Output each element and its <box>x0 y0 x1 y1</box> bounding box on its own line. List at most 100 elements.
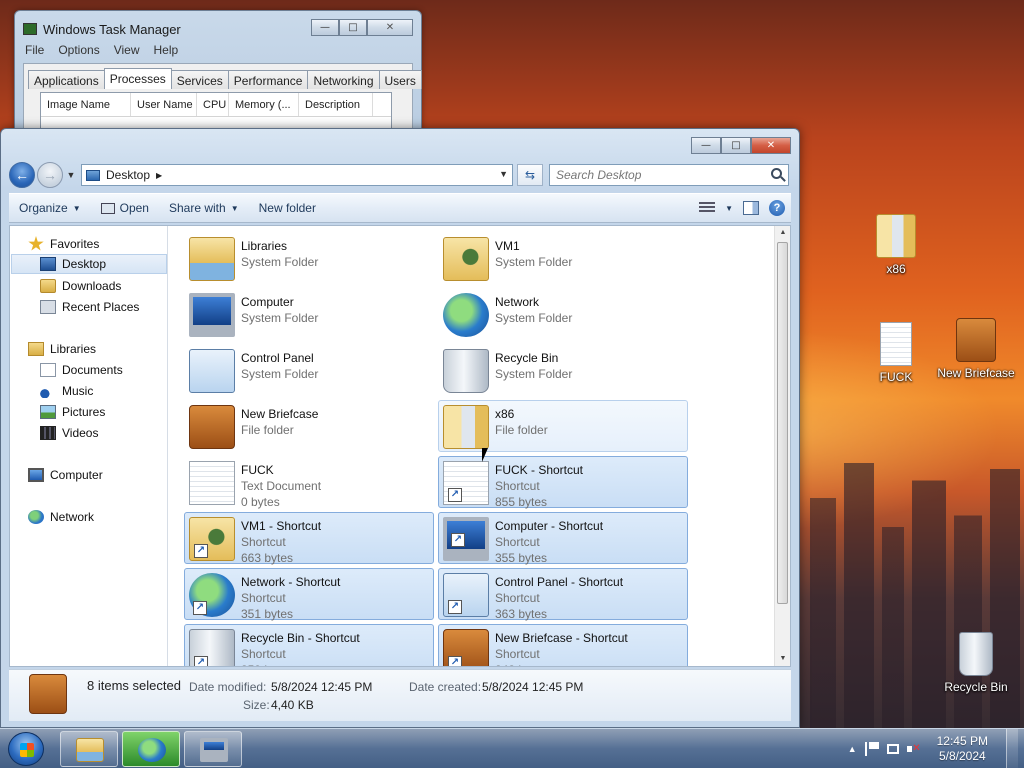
column-description[interactable]: Description <box>299 93 373 116</box>
search-input[interactable]: Search Desktop <box>549 164 789 186</box>
scroll-down-icon[interactable]: ▼ <box>775 652 791 666</box>
recent-pages-dropdown[interactable]: ▼ <box>65 170 77 180</box>
nav-computer[interactable]: Computer <box>28 465 184 485</box>
desktop-icon-recycle-bin[interactable]: Recycle Bin <box>934 632 1018 694</box>
file-item[interactable]: ↗ New Briefcase - Shortcut Shortcut 843 byt… <box>438 624 688 666</box>
details-pane: 8 items selected Date modified: 5/8/2024… <box>9 669 791 721</box>
tab-networking[interactable]: Networking <box>307 70 380 89</box>
file-item[interactable]: Recycle Bin System Folder <box>438 344 688 396</box>
action-center-flag-icon[interactable] <box>864 742 879 756</box>
minimize-button[interactable]: — <box>311 19 339 36</box>
file-item[interactable]: ↗ Computer - Shortcut Shortcut 355 bytes <box>438 512 688 565</box>
task-manager-titlebar[interactable]: Windows Task Manager <box>23 19 181 39</box>
search-icon[interactable] <box>771 168 782 179</box>
file-item[interactable]: ↗ FUCK - Shortcut Shortcut 855 bytes <box>438 456 688 509</box>
taskbar-explorer-button[interactable] <box>60 731 118 767</box>
file-item[interactable]: VM1 System Folder <box>438 232 688 284</box>
taskbar-ie-button[interactable] <box>122 731 180 767</box>
file-name: New Briefcase - Shortcut <box>495 631 628 645</box>
file-item[interactable]: Libraries System Folder <box>184 232 434 284</box>
nav-desktop[interactable]: Desktop <box>11 254 167 274</box>
nav-label: Music <box>62 384 94 398</box>
vertical-scrollbar[interactable]: ▲ ▼ <box>774 226 790 666</box>
menu-help[interactable]: Help <box>154 43 179 57</box>
file-type: System Folder <box>241 311 319 325</box>
start-button[interactable] <box>8 732 44 766</box>
briefcase-icon <box>29 674 67 714</box>
close-button[interactable]: ✕ <box>367 19 413 36</box>
nav-favorites[interactable]: Favorites <box>28 234 184 254</box>
clock[interactable]: 12:45 PM 5/8/2024 <box>937 734 988 764</box>
file-item[interactable]: ↗ Network - Shortcut Shortcut 351 bytes <box>184 568 434 621</box>
command-bar-right: ▼ ? <box>699 200 791 216</box>
file-item[interactable]: ↗ Recycle Bin - Shortcut Shortcut 359 bytes <box>184 624 434 666</box>
open-icon <box>100 202 115 214</box>
nav-network[interactable]: Network <box>28 507 184 527</box>
desktop-icon-label: Recycle Bin <box>944 680 1008 694</box>
scroll-up-icon[interactable]: ▲ <box>775 226 791 240</box>
show-desktop-button[interactable] <box>1006 729 1018 768</box>
control-panel-icon <box>189 349 235 393</box>
maximize-button[interactable]: □ <box>721 137 751 154</box>
computer-icon: ↗ <box>443 517 489 561</box>
libraries-icon <box>28 342 44 356</box>
help-icon[interactable]: ? <box>769 200 785 216</box>
scroll-thumb[interactable] <box>777 242 788 604</box>
back-button[interactable]: ← <box>9 162 35 188</box>
organize-button[interactable]: Organize ▼ <box>9 194 91 222</box>
file-item[interactable]: New Briefcase File folder <box>184 400 434 452</box>
menu-file[interactable]: File <box>25 43 44 57</box>
navigation-pane[interactable]: Favorites Desktop Downloads Recent Place… <box>10 226 168 666</box>
file-list[interactable]: Libraries System Folder VM1 System Folder Co… <box>170 226 778 666</box>
menu-options[interactable]: Options <box>58 43 99 57</box>
forward-button[interactable]: → <box>37 162 63 188</box>
column-memory[interactable]: Memory (... <box>229 93 299 116</box>
breadcrumb-chevron-icon[interactable]: ▶ <box>156 171 162 180</box>
new-folder-button[interactable]: New folder <box>249 194 326 222</box>
tab-users[interactable]: Users <box>378 70 422 89</box>
column-cpu[interactable]: CPU <box>197 93 229 116</box>
file-name: New Briefcase <box>241 407 319 421</box>
desktop-icon-fuck[interactable]: FUCK <box>856 322 936 384</box>
taskbar-task-manager-button[interactable] <box>184 731 242 767</box>
nav-label: Videos <box>62 426 99 440</box>
file-name: VM1 <box>495 239 520 253</box>
show-hidden-icons-icon[interactable]: ▲ <box>848 744 857 754</box>
task-manager-icon <box>200 738 228 762</box>
close-button[interactable]: ✕ <box>751 137 791 154</box>
tab-services[interactable]: Services <box>170 70 229 89</box>
file-item[interactable]: ↗ Control Panel - Shortcut Shortcut 363 byt… <box>438 568 688 621</box>
preview-pane-icon[interactable] <box>743 201 759 215</box>
minimize-button[interactable]: — <box>691 137 721 154</box>
network-tray-icon[interactable] <box>886 744 899 754</box>
file-item[interactable]: Network System Folder <box>438 288 688 340</box>
tab-performance[interactable]: Performance <box>227 70 309 89</box>
computer-icon <box>28 468 44 482</box>
recycle-bin-icon <box>959 632 993 676</box>
share-with-button[interactable]: Share with ▼ <box>159 194 249 222</box>
desktop-icon-new-briefcase[interactable]: New Briefcase <box>934 318 1018 380</box>
column-user-name[interactable]: User Name <box>131 93 197 116</box>
refresh-button[interactable]: ⇆ <box>517 164 543 186</box>
breadcrumb-desktop[interactable]: Desktop <box>106 168 150 182</box>
address-bar[interactable]: Desktop ▶ ▼ <box>81 164 513 186</box>
menu-view[interactable]: View <box>114 43 140 57</box>
explorer-window[interactable]: — □ ✕ ← → ▼ Desktop ▶ ▼ ⇆ Search Desktop… <box>0 128 800 728</box>
file-item[interactable]: ↗ VM1 - Shortcut Shortcut 663 bytes <box>184 512 434 565</box>
tab-processes[interactable]: Processes <box>103 68 172 89</box>
open-button[interactable]: Open <box>91 194 159 222</box>
column-image-name[interactable]: Image Name <box>41 93 131 116</box>
file-item[interactable]: Control Panel System Folder <box>184 344 434 396</box>
file-item[interactable]: FUCK Text Document 0 bytes <box>184 456 434 509</box>
change-view-icon[interactable] <box>699 202 716 214</box>
tab-applications[interactable]: Applications <box>28 70 105 89</box>
volume-muted-icon[interactable]: ✕ <box>906 742 921 756</box>
view-options-dropdown-icon[interactable]: ▼ <box>725 204 733 213</box>
file-item[interactable]: Computer System Folder <box>184 288 434 340</box>
desktop-icon-x86[interactable]: x86 <box>856 214 936 276</box>
maximize-button[interactable]: □ <box>339 19 367 36</box>
file-type: Shortcut <box>241 535 286 549</box>
nav-libraries[interactable]: Libraries <box>28 339 184 359</box>
address-dropdown-icon[interactable]: ▼ <box>499 169 508 179</box>
file-item[interactable]: x86 File folder <box>438 400 688 452</box>
